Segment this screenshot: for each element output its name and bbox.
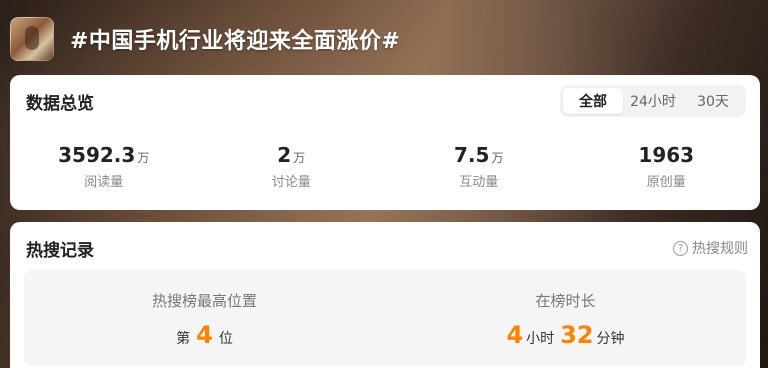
rank-prefix: 第 (176, 331, 191, 347)
stat-discussions-unit: 万 (293, 151, 306, 165)
stat-originals-value: 1963 (638, 143, 695, 167)
data-overview-card: 数据总览 全部 24小时 30天 3592.3 万 阅读量 2 万 讨论量 7.… (10, 75, 760, 210)
stat-reads-label: 阅读量 (84, 175, 124, 190)
tab-all[interactable]: 全部 (563, 88, 623, 114)
time-range-tabs: 全部 24小时 30天 (560, 85, 746, 117)
duration-minutes: 32 (560, 321, 594, 349)
stat-originals: 1963 原创量 (573, 143, 761, 190)
tab-30d[interactable]: 30天 (683, 88, 743, 114)
stat-reads: 3592.3 万 阅读量 (10, 143, 198, 190)
stat-originals-label: 原创量 (646, 175, 686, 190)
hot-search-card: 热搜记录 ? 热搜规则 热搜榜最高位置 第 4 位 在榜时长 4 小时 32 分… (10, 222, 760, 368)
stat-interactions-value: 7.5 (454, 143, 490, 167)
stat-discussions-label: 讨论量 (271, 175, 311, 190)
rules-label: 热搜规则 (692, 241, 748, 257)
hot-search-rules-link[interactable]: ? 热搜规则 (673, 238, 748, 258)
hot-search-stats: 热搜榜最高位置 第 4 位 在榜时长 4 小时 32 分钟 (24, 270, 746, 366)
time-on-list-label: 在榜时长 (535, 292, 596, 310)
topic-header: #中国手机行业将迎来全面涨价# (10, 17, 400, 61)
stat-interactions: 7.5 万 互动量 (385, 143, 573, 190)
hot-search-title: 热搜记录 (26, 241, 94, 261)
stat-discussions: 2 万 讨论量 (198, 143, 386, 190)
help-icon: ? (673, 240, 688, 256)
duration-hours-unit: 小时 (526, 331, 555, 347)
rank-value: 4 (196, 321, 213, 349)
stats-row: 3592.3 万 阅读量 2 万 讨论量 7.5 万 互动量 1963 原创量 (10, 143, 760, 190)
duration-minutes-unit: 分钟 (596, 331, 625, 347)
duration-hours: 4 (506, 321, 524, 349)
topic-avatar (10, 17, 54, 61)
time-on-list: 在榜时长 4 小时 32 分钟 (385, 270, 746, 366)
stat-interactions-label: 互动量 (459, 175, 499, 190)
highest-rank-label: 热搜榜最高位置 (151, 292, 257, 310)
stat-reads-unit: 万 (137, 151, 150, 165)
highest-rank: 热搜榜最高位置 第 4 位 (24, 270, 385, 366)
stat-reads-value: 3592.3 (58, 143, 136, 167)
rank-suffix: 位 (218, 331, 233, 347)
topic-title: #中国手机行业将迎来全面涨价# (70, 29, 401, 54)
stat-interactions-unit: 万 (491, 151, 504, 165)
stat-discussions-value: 2 (277, 143, 292, 167)
overview-title: 数据总览 (26, 94, 94, 114)
tab-24h[interactable]: 24小时 (623, 88, 683, 114)
